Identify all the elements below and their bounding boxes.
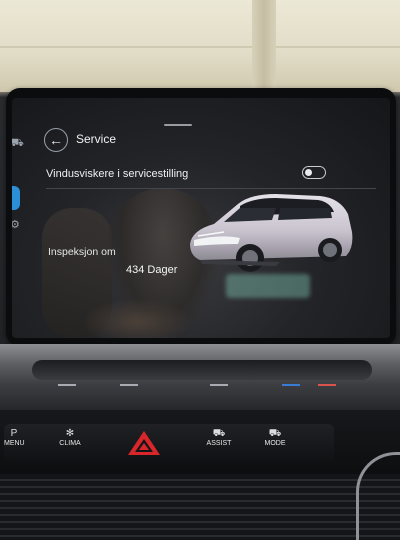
seat-icon[interactable]: ⚙: [12, 218, 22, 232]
wiper-service-row[interactable]: Vindusviskere i servicestilling: [46, 164, 376, 186]
wall-seam: [0, 46, 400, 48]
assist-label: ASSIST: [206, 440, 232, 447]
mode-button[interactable]: ⛟ MODE: [262, 428, 288, 460]
slider-marker: [210, 384, 228, 386]
assist-car-icon: ⛟: [212, 428, 226, 439]
car-icon[interactable]: ⛟: [12, 136, 24, 150]
inspection-label: Inspeksjon om: [48, 246, 116, 258]
temperature-marker-blue: [282, 384, 300, 386]
climate-slider-bar[interactable]: [32, 360, 372, 380]
reflection-hand: [82, 298, 192, 338]
wall-post: [252, 0, 276, 92]
car-image: [190, 194, 353, 272]
menu-label: MENU: [4, 440, 25, 447]
photo-scene: ⛟ ⚙ ← Service Vindusviskere i servicesti…: [0, 0, 400, 540]
clima-button[interactable]: ✻ CLIMA: [56, 428, 84, 460]
screen-home-indicator[interactable]: [164, 124, 192, 126]
page-title: Service: [76, 132, 117, 146]
fan-icon: ✻: [65, 428, 75, 439]
temperature-marker-red: [318, 384, 336, 386]
clima-label: CLIMA: [59, 440, 81, 447]
menu-button[interactable]: P MENU: [4, 428, 25, 460]
mode-car-icon: ⛟: [268, 428, 282, 439]
inspection-value: 434 Dager: [126, 264, 178, 276]
slider-marker: [120, 384, 138, 386]
p-icon: P: [10, 428, 18, 439]
toggle-knob: [305, 168, 312, 176]
hazard-button[interactable]: [124, 428, 164, 458]
back-button[interactable]: ←: [44, 128, 68, 152]
wiper-service-label: Vindusviskere i servicestilling: [46, 168, 189, 180]
back-arrow-icon: ←: [49, 132, 63, 148]
sidebar-active-indicator[interactable]: [12, 186, 20, 210]
air-vent: [0, 474, 400, 540]
mode-label: MODE: [264, 440, 286, 447]
wiper-service-toggle[interactable]: [302, 166, 326, 179]
slider-marker: [58, 384, 76, 386]
assist-button[interactable]: ⛟ ASSIST: [204, 428, 234, 460]
screen-glare: [226, 274, 310, 298]
screen-sidebar: ⛟ ⚙: [12, 126, 24, 236]
infotainment-screen: ⛟ ⚙ ← Service Vindusviskere i servicesti…: [12, 98, 390, 338]
